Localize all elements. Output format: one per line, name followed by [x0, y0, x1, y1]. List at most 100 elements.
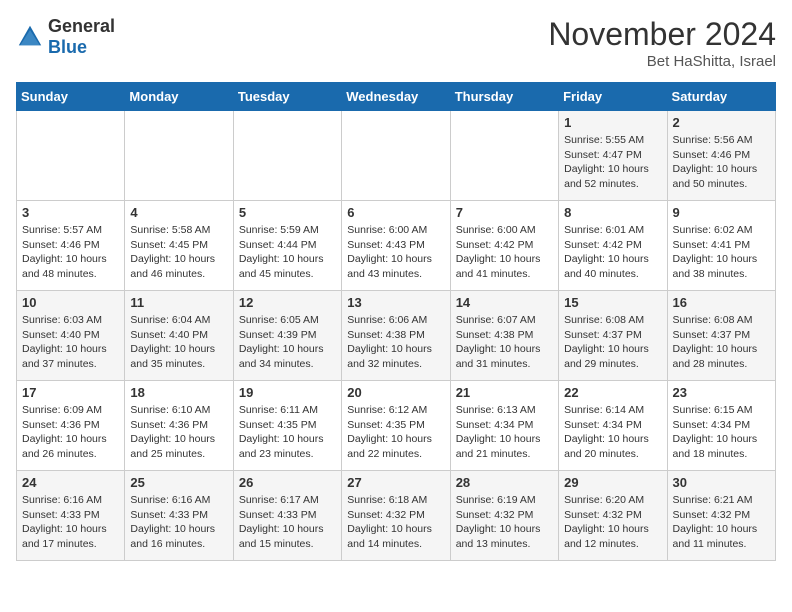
calendar-cell: 24 Sunrise: 6:16 AM Sunset: 4:33 PM Dayli…: [17, 471, 125, 561]
calendar-cell: 10 Sunrise: 6:03 AM Sunset: 4:40 PM Dayli…: [17, 291, 125, 381]
calendar-cell: 3Sunrise: 5:57 AM Sunset: 4:46 PM Daylig…: [17, 201, 125, 291]
calendar-cell: 26 Sunrise: 6:17 AM Sunset: 4:33 PM Dayli…: [233, 471, 341, 561]
calendar-table: SundayMondayTuesdayWednesdayThursdayFrid…: [16, 82, 776, 561]
day-number: 21: [456, 385, 553, 400]
calendar-cell: [125, 111, 233, 201]
month-title: November 2024: [548, 16, 776, 53]
day-number: 20: [347, 385, 444, 400]
day-number: 3: [22, 205, 119, 220]
day-number: 2: [673, 115, 770, 130]
weekday-header: Thursday: [450, 83, 558, 111]
calendar-cell: 2 Sunrise: 5:56 AM Sunset: 4:46 PM Daylig…: [667, 111, 775, 201]
calendar-cell: 6Sunrise: 6:00 AM Sunset: 4:43 PM Daylig…: [342, 201, 450, 291]
weekday-header: Monday: [125, 83, 233, 111]
calendar-cell: 11 Sunrise: 6:04 AM Sunset: 4:40 PM Dayli…: [125, 291, 233, 381]
logo-icon: [16, 23, 44, 51]
weekday-header: Tuesday: [233, 83, 341, 111]
calendar-cell: 22Sunrise: 6:14 AM Sunset: 4:34 PM Dayli…: [559, 381, 667, 471]
day-info: Sunrise: 6:02 AM Sunset: 4:41 PM Dayligh…: [673, 223, 770, 282]
logo-blue: Blue: [48, 37, 115, 58]
calendar-cell: 25Sunrise: 6:16 AM Sunset: 4:33 PM Dayli…: [125, 471, 233, 561]
day-info: Sunrise: 6:16 AM Sunset: 4:33 PM Dayligh…: [22, 493, 119, 552]
day-info: Sunrise: 6:20 AM Sunset: 4:32 PM Dayligh…: [564, 493, 661, 552]
calendar-cell: 23 Sunrise: 6:15 AM Sunset: 4:34 PM Dayli…: [667, 381, 775, 471]
calendar-cell: [233, 111, 341, 201]
calendar-cell: 21 Sunrise: 6:13 AM Sunset: 4:34 PM Dayli…: [450, 381, 558, 471]
calendar-cell: 9 Sunrise: 6:02 AM Sunset: 4:41 PM Daylig…: [667, 201, 775, 291]
day-number: 29: [564, 475, 661, 490]
weekday-header: Friday: [559, 83, 667, 111]
calendar-cell: 12 Sunrise: 6:05 AM Sunset: 4:39 PM Dayli…: [233, 291, 341, 381]
day-number: 27: [347, 475, 444, 490]
day-info: Sunrise: 6:12 AM Sunset: 4:35 PM Dayligh…: [347, 403, 444, 462]
day-info: Sunrise: 6:01 AM Sunset: 4:42 PM Dayligh…: [564, 223, 661, 282]
day-info: Sunrise: 6:08 AM Sunset: 4:37 PM Dayligh…: [673, 313, 770, 372]
day-info: Sunrise: 6:03 AM Sunset: 4:40 PM Dayligh…: [22, 313, 119, 372]
day-info: Sunrise: 6:07 AM Sunset: 4:38 PM Dayligh…: [456, 313, 553, 372]
calendar-cell: 16 Sunrise: 6:08 AM Sunset: 4:37 PM Dayli…: [667, 291, 775, 381]
calendar-cell: 8 Sunrise: 6:01 AM Sunset: 4:42 PM Daylig…: [559, 201, 667, 291]
calendar-cell: 28 Sunrise: 6:19 AM Sunset: 4:32 PM Dayli…: [450, 471, 558, 561]
day-info: Sunrise: 6:06 AM Sunset: 4:38 PM Dayligh…: [347, 313, 444, 372]
day-info: Sunrise: 6:05 AM Sunset: 4:39 PM Dayligh…: [239, 313, 336, 372]
calendar-cell: 4 Sunrise: 5:58 AM Sunset: 4:45 PM Daylig…: [125, 201, 233, 291]
calendar-week-row: 17Sunrise: 6:09 AM Sunset: 4:36 PM Dayli…: [17, 381, 776, 471]
calendar-cell: 13 Sunrise: 6:06 AM Sunset: 4:38 PM Dayli…: [342, 291, 450, 381]
calendar-week-row: 3Sunrise: 5:57 AM Sunset: 4:46 PM Daylig…: [17, 201, 776, 291]
day-number: 6: [347, 205, 444, 220]
day-info: Sunrise: 6:15 AM Sunset: 4:34 PM Dayligh…: [673, 403, 770, 462]
calendar-cell: 29 Sunrise: 6:20 AM Sunset: 4:32 PM Dayli…: [559, 471, 667, 561]
calendar-cell: 1 Sunrise: 5:55 AM Sunset: 4:47 PM Daylig…: [559, 111, 667, 201]
day-info: Sunrise: 5:59 AM Sunset: 4:44 PM Dayligh…: [239, 223, 336, 282]
weekday-header-row: SundayMondayTuesdayWednesdayThursdayFrid…: [17, 83, 776, 111]
logo-general: General: [48, 16, 115, 37]
calendar-cell: 15Sunrise: 6:08 AM Sunset: 4:37 PM Dayli…: [559, 291, 667, 381]
logo: General Blue: [16, 16, 115, 58]
day-number: 8: [564, 205, 661, 220]
day-number: 9: [673, 205, 770, 220]
day-info: Sunrise: 5:56 AM Sunset: 4:46 PM Dayligh…: [673, 133, 770, 192]
calendar-week-row: 10 Sunrise: 6:03 AM Sunset: 4:40 PM Dayli…: [17, 291, 776, 381]
day-info: Sunrise: 6:13 AM Sunset: 4:34 PM Dayligh…: [456, 403, 553, 462]
day-number: 13: [347, 295, 444, 310]
day-number: 11: [130, 295, 227, 310]
day-number: 24: [22, 475, 119, 490]
day-info: Sunrise: 5:55 AM Sunset: 4:47 PM Dayligh…: [564, 133, 661, 192]
day-info: Sunrise: 6:17 AM Sunset: 4:33 PM Dayligh…: [239, 493, 336, 552]
day-info: Sunrise: 6:04 AM Sunset: 4:40 PM Dayligh…: [130, 313, 227, 372]
day-number: 12: [239, 295, 336, 310]
day-info: Sunrise: 6:19 AM Sunset: 4:32 PM Dayligh…: [456, 493, 553, 552]
location: Bet HaShitta, Israel: [548, 53, 776, 70]
calendar-cell: 20 Sunrise: 6:12 AM Sunset: 4:35 PM Dayli…: [342, 381, 450, 471]
day-number: 1: [564, 115, 661, 130]
calendar-cell: 30Sunrise: 6:21 AM Sunset: 4:32 PM Dayli…: [667, 471, 775, 561]
title-block: November 2024 Bet HaShitta, Israel: [548, 16, 776, 70]
day-number: 16: [673, 295, 770, 310]
calendar-cell: [342, 111, 450, 201]
day-number: 23: [673, 385, 770, 400]
calendar-week-row: 24 Sunrise: 6:16 AM Sunset: 4:33 PM Dayli…: [17, 471, 776, 561]
logo-text: General Blue: [48, 16, 115, 58]
day-info: Sunrise: 6:16 AM Sunset: 4:33 PM Dayligh…: [130, 493, 227, 552]
day-info: Sunrise: 6:11 AM Sunset: 4:35 PM Dayligh…: [239, 403, 336, 462]
day-number: 18: [130, 385, 227, 400]
day-number: 26: [239, 475, 336, 490]
calendar-cell: 19 Sunrise: 6:11 AM Sunset: 4:35 PM Dayli…: [233, 381, 341, 471]
day-info: Sunrise: 6:18 AM Sunset: 4:32 PM Dayligh…: [347, 493, 444, 552]
day-number: 10: [22, 295, 119, 310]
calendar-cell: [17, 111, 125, 201]
day-info: Sunrise: 5:58 AM Sunset: 4:45 PM Dayligh…: [130, 223, 227, 282]
calendar-cell: [450, 111, 558, 201]
day-number: 28: [456, 475, 553, 490]
day-info: Sunrise: 6:21 AM Sunset: 4:32 PM Dayligh…: [673, 493, 770, 552]
page-header: General Blue November 2024 Bet HaShitta,…: [16, 16, 776, 70]
day-info: Sunrise: 6:00 AM Sunset: 4:42 PM Dayligh…: [456, 223, 553, 282]
day-number: 7: [456, 205, 553, 220]
day-number: 19: [239, 385, 336, 400]
weekday-header: Sunday: [17, 83, 125, 111]
calendar-cell: 27 Sunrise: 6:18 AM Sunset: 4:32 PM Dayli…: [342, 471, 450, 561]
calendar-cell: 7 Sunrise: 6:00 AM Sunset: 4:42 PM Daylig…: [450, 201, 558, 291]
day-number: 4: [130, 205, 227, 220]
day-number: 14: [456, 295, 553, 310]
calendar-cell: 18Sunrise: 6:10 AM Sunset: 4:36 PM Dayli…: [125, 381, 233, 471]
